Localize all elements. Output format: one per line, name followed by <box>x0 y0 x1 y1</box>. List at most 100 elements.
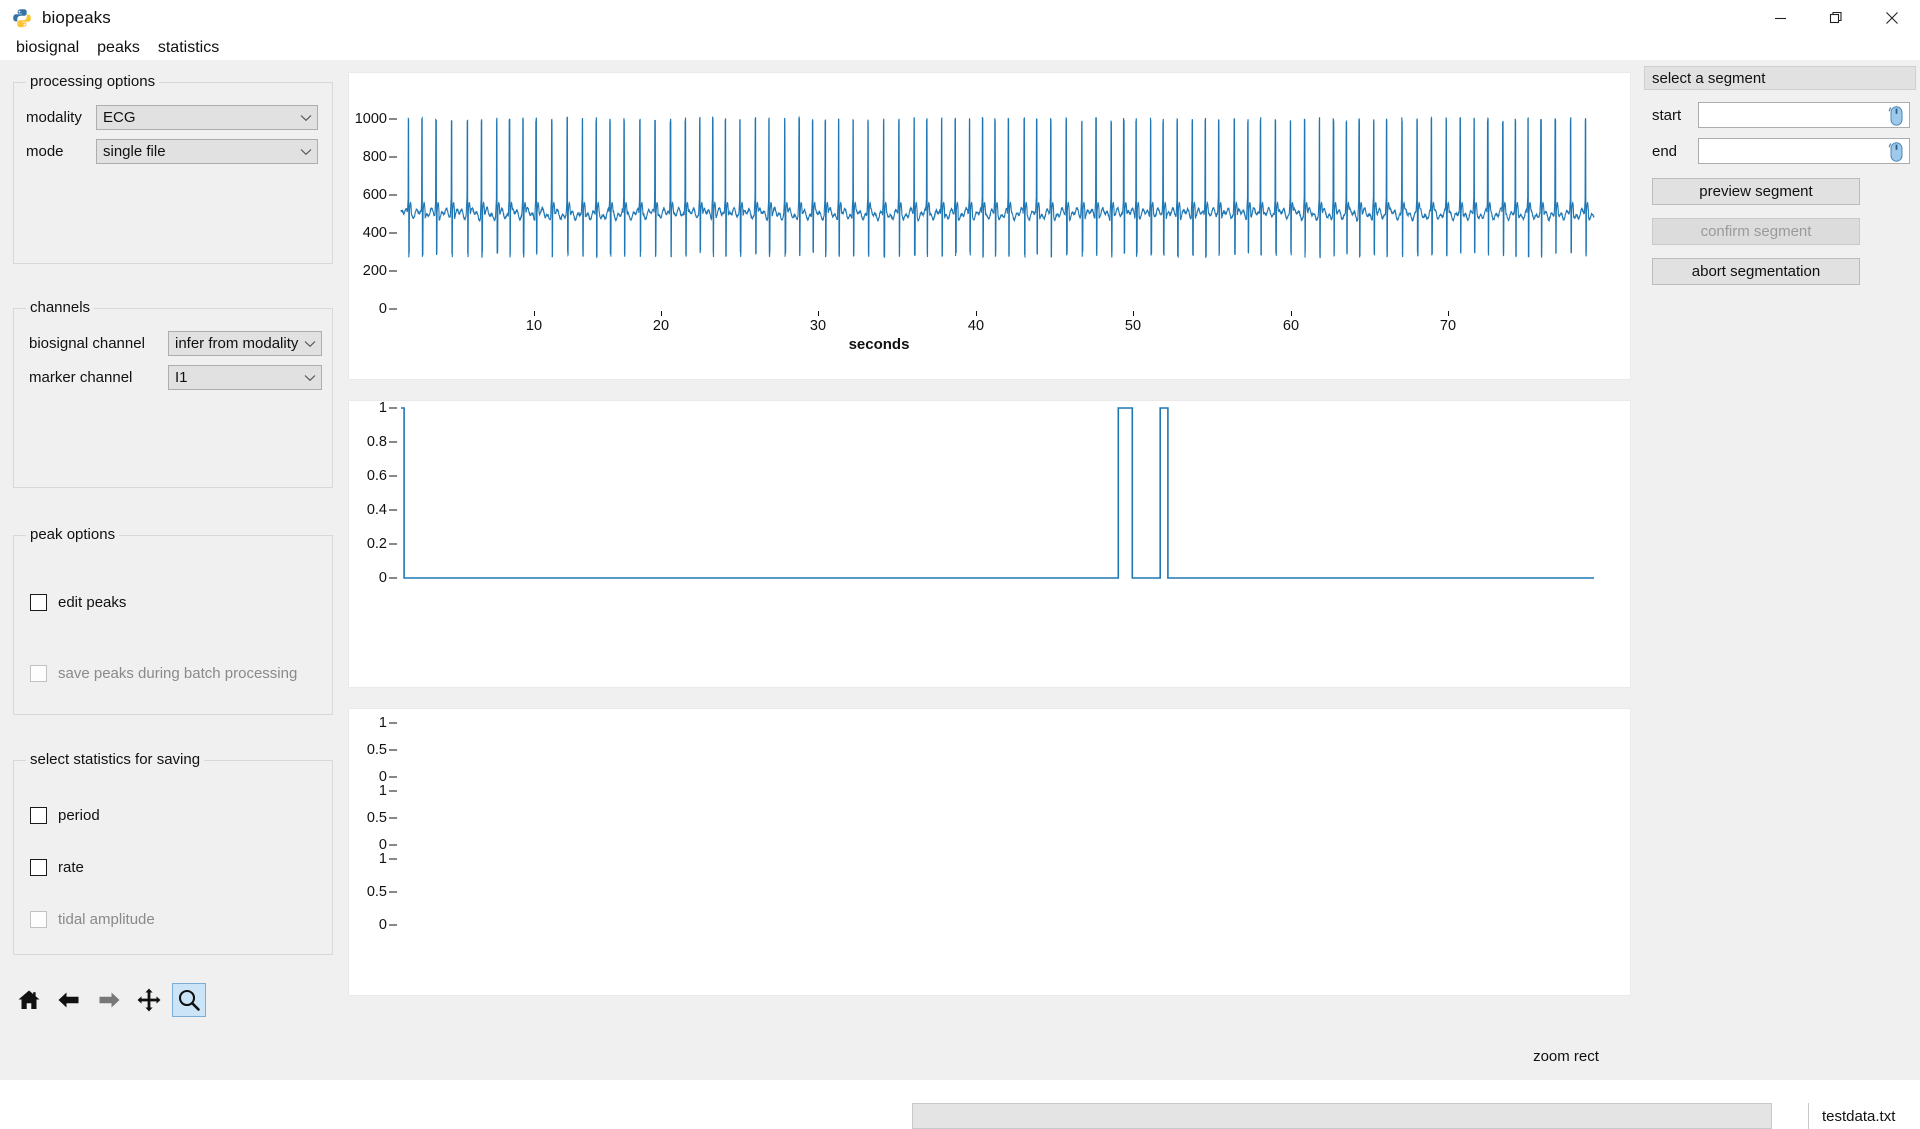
x-axis-label: seconds <box>848 336 910 353</box>
ytick-label: 0 <box>378 917 387 933</box>
xtick-label: 60 <box>1282 318 1300 334</box>
ytick-label: 0.5 <box>366 810 387 826</box>
left-control-panel: processing options modality ECG mode sin… <box>0 60 345 1080</box>
xtick-label: 30 <box>809 318 827 334</box>
menu-biosignal[interactable]: biosignal <box>7 38 88 58</box>
save-peaks-batch-checkbox-row: save peaks during batch processing <box>30 665 297 682</box>
ytick-dash: – <box>389 810 398 826</box>
xtick-mark <box>818 311 819 316</box>
biosignal-channel-value: infer from modality <box>175 335 299 352</box>
marker-channel-label: marker channel <box>29 369 133 386</box>
minimize-button[interactable] <box>1752 0 1808 36</box>
forward-arrow-icon[interactable] <box>92 983 126 1017</box>
biosignal-plot[interactable]: 1000 – 800 – 600 – 400 – 200 – 0 – 10 20… <box>348 72 1631 380</box>
python-icon <box>12 8 32 28</box>
xtick-mark <box>661 311 662 316</box>
ytick-label: 1 <box>378 851 387 867</box>
mode-combobox[interactable]: single file <box>96 139 318 164</box>
xtick-label: 20 <box>652 318 670 334</box>
rate-label: rate <box>58 859 84 876</box>
close-button[interactable] <box>1864 0 1920 36</box>
biosignal-channel-combobox[interactable]: infer from modality <box>168 331 322 356</box>
ytick-dash: – <box>389 783 398 799</box>
mouse-cursor-icon[interactable] <box>1888 105 1905 129</box>
modality-row: modality ECG <box>26 105 318 130</box>
marker-channel-combobox[interactable]: I1 <box>168 365 322 390</box>
menu-statistics[interactable]: statistics <box>149 38 228 58</box>
mode-label: mode <box>26 143 64 160</box>
channels-title: channels <box>26 299 95 316</box>
mouse-cursor-icon[interactable] <box>1888 141 1905 165</box>
statistic-period-row[interactable]: period <box>30 807 100 824</box>
xtick-label: 50 <box>1124 318 1142 334</box>
period-checkbox[interactable] <box>30 807 47 824</box>
save-peaks-batch-checkbox <box>30 665 47 682</box>
tidal-amplitude-label: tidal amplitude <box>58 911 155 928</box>
ytick-dash: – <box>389 884 398 900</box>
period-label: period <box>58 807 100 824</box>
ytick-dash: – <box>389 917 398 933</box>
window-titlebar: biopeaks <box>0 0 1920 36</box>
chevron-down-icon <box>299 374 321 382</box>
edit-peaks-label: edit peaks <box>58 594 127 611</box>
chevron-down-icon <box>295 148 317 156</box>
marker-channel-row: marker channel I1 <box>29 365 322 390</box>
peak-options-title: peak options <box>26 526 120 543</box>
edit-peaks-checkbox[interactable] <box>30 594 47 611</box>
segment-panel-header: select a segment <box>1644 66 1916 90</box>
ytick-dash: – <box>389 742 398 758</box>
confirm-segment-button: confirm segment <box>1652 218 1860 245</box>
segment-end-row: end <box>1652 138 1910 164</box>
processing-options-group: processing options modality ECG mode sin… <box>13 73 333 264</box>
plots-area: 1000 – 800 – 600 – 400 – 200 – 0 – 10 20… <box>345 60 1640 1080</box>
marker-channel-value: I1 <box>175 369 188 386</box>
segment-start-row: start <box>1652 102 1910 128</box>
segment-start-label: start <box>1652 106 1682 124</box>
segment-end-label: end <box>1652 142 1678 160</box>
xtick-mark <box>1448 311 1449 316</box>
xtick-label: 40 <box>967 318 985 334</box>
back-arrow-icon[interactable] <box>52 983 86 1017</box>
status-message: zoom rect <box>1533 1048 1599 1065</box>
statistics-plot[interactable]: 1 – 0.5 – 0 – 1 – 0.5 – 0 – 1 – 0.5 – 0 … <box>348 708 1631 996</box>
pan-move-icon[interactable] <box>132 983 166 1017</box>
current-file-label: testdata.txt <box>1822 1107 1896 1125</box>
rate-checkbox[interactable] <box>30 859 47 876</box>
mode-row: mode single file <box>26 139 318 164</box>
segment-start-input[interactable] <box>1698 102 1910 128</box>
statusbar-divider <box>1808 1103 1809 1129</box>
chevron-down-icon <box>299 340 321 348</box>
navigation-toolbar <box>12 983 206 1017</box>
xtick-mark <box>1291 311 1292 316</box>
ytick-label: 0.5 <box>366 742 387 758</box>
segment-end-input[interactable] <box>1698 138 1910 164</box>
home-icon[interactable] <box>12 983 46 1017</box>
xtick-mark <box>1133 311 1134 316</box>
statistic-rate-row[interactable]: rate <box>30 859 84 876</box>
marker-plot[interactable]: 1 – 0.8 – 0.6 – 0.4 – 0.2 – 0 – <box>348 400 1631 688</box>
menubar: biosignal peaks statistics <box>0 36 1920 60</box>
xtick-mark <box>534 311 535 316</box>
modality-combobox[interactable]: ECG <box>96 105 318 130</box>
statistic-tidal-amplitude-row: tidal amplitude <box>30 911 155 928</box>
mode-value: single file <box>103 143 166 160</box>
biosignal-channel-row: biosignal channel infer from modality <box>29 331 322 356</box>
ytick-label: 1 <box>378 783 387 799</box>
ytick-label: 1 <box>378 715 387 731</box>
window-controls <box>1752 0 1920 36</box>
modality-label: modality <box>26 109 82 126</box>
ytick-dash: – <box>389 715 398 731</box>
preview-segment-button[interactable]: preview segment <box>1652 178 1860 205</box>
menu-peaks[interactable]: peaks <box>88 38 149 58</box>
window-title: biopeaks <box>42 8 111 27</box>
progress-bar <box>912 1103 1772 1129</box>
chevron-down-icon <box>295 114 317 122</box>
edit-peaks-checkbox-row[interactable]: edit peaks <box>30 594 126 611</box>
zoom-magnifier-icon[interactable] <box>172 983 206 1017</box>
tidal-amplitude-checkbox <box>30 911 47 928</box>
ytick-label: 0.5 <box>366 884 387 900</box>
ecg-trace <box>400 115 1595 259</box>
restore-button[interactable] <box>1808 0 1864 36</box>
statistics-options-group: select statistics for saving period rate… <box>13 751 333 955</box>
abort-segmentation-button[interactable]: abort segmentation <box>1652 258 1860 285</box>
